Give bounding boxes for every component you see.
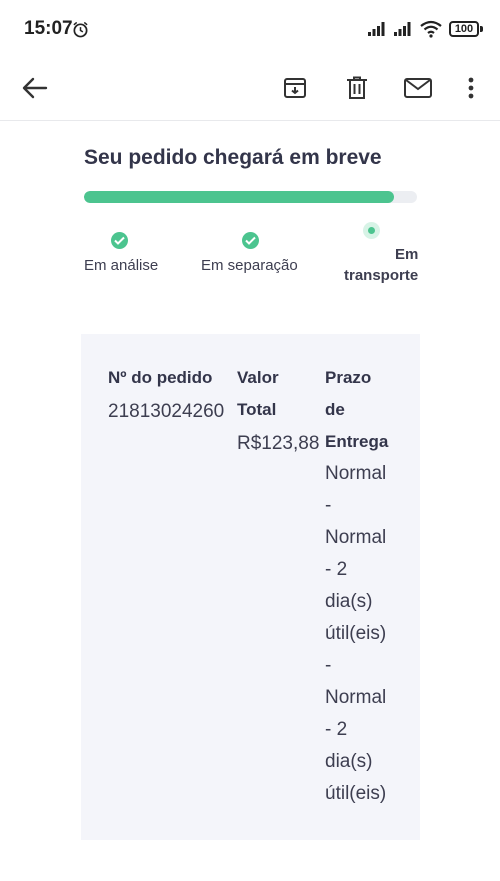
toolbar xyxy=(0,60,500,121)
order-progress-fill xyxy=(84,191,394,203)
status-bar: 15:07 100 xyxy=(0,0,500,60)
more-vert-icon[interactable] xyxy=(449,66,493,110)
delivery-value-line: dia(s) xyxy=(325,591,373,612)
mail-icon[interactable] xyxy=(396,66,440,110)
signal-icon xyxy=(394,22,411,36)
order-progress-bar xyxy=(84,191,417,203)
order-number-header: Nº do pedido xyxy=(108,368,213,387)
delivery-value-line: dia(s) xyxy=(325,751,373,772)
total-value: R$123,88 xyxy=(237,433,320,454)
delivery-header-line: Entrega xyxy=(325,432,389,451)
step-label-em: Em xyxy=(395,246,419,263)
back-arrow-icon[interactable] xyxy=(13,66,57,110)
delivery-header-line: Prazo xyxy=(325,368,372,387)
step-label-em-separacao: Em separação xyxy=(201,257,298,274)
delivery-value-line: útil(eis) xyxy=(325,783,387,804)
total-header-line1: Valor xyxy=(237,368,279,387)
order-number-value: 21813024260 xyxy=(108,401,225,422)
current-step-dot-icon xyxy=(363,222,380,239)
alarm-icon xyxy=(73,21,88,38)
battery-tip xyxy=(480,26,483,32)
trash-icon[interactable] xyxy=(335,66,379,110)
delivery-value-line: útil(eis) xyxy=(325,623,387,644)
delivery-value-line: Normal xyxy=(325,527,387,548)
signal-icon xyxy=(368,22,385,36)
wifi-icon xyxy=(420,20,442,38)
check-icon xyxy=(242,232,259,249)
delivery-value-line: - 2 xyxy=(325,559,348,580)
check-icon xyxy=(111,232,128,249)
step-label-em-analise: Em análise xyxy=(84,257,159,274)
battery-icon: 100 xyxy=(449,21,479,37)
step-label-transporte: transporte xyxy=(344,267,419,284)
delivery-value-line: Normal xyxy=(325,463,387,484)
archive-icon[interactable] xyxy=(273,66,317,110)
delivery-value-line: Normal xyxy=(325,687,387,708)
delivery-header-line: de xyxy=(325,400,345,419)
delivery-value-line: - 2 xyxy=(325,719,348,740)
order-status-title: Seu pedido chegará em breve xyxy=(84,146,382,169)
delivery-column: Prazo de Entrega Normal - Normal - 2 dia… xyxy=(325,362,388,810)
total-header-line2: Total xyxy=(237,400,277,419)
delivery-value-line: - xyxy=(325,655,332,676)
clock: 15:07 xyxy=(24,18,73,39)
delivery-value-line: - xyxy=(325,495,332,516)
